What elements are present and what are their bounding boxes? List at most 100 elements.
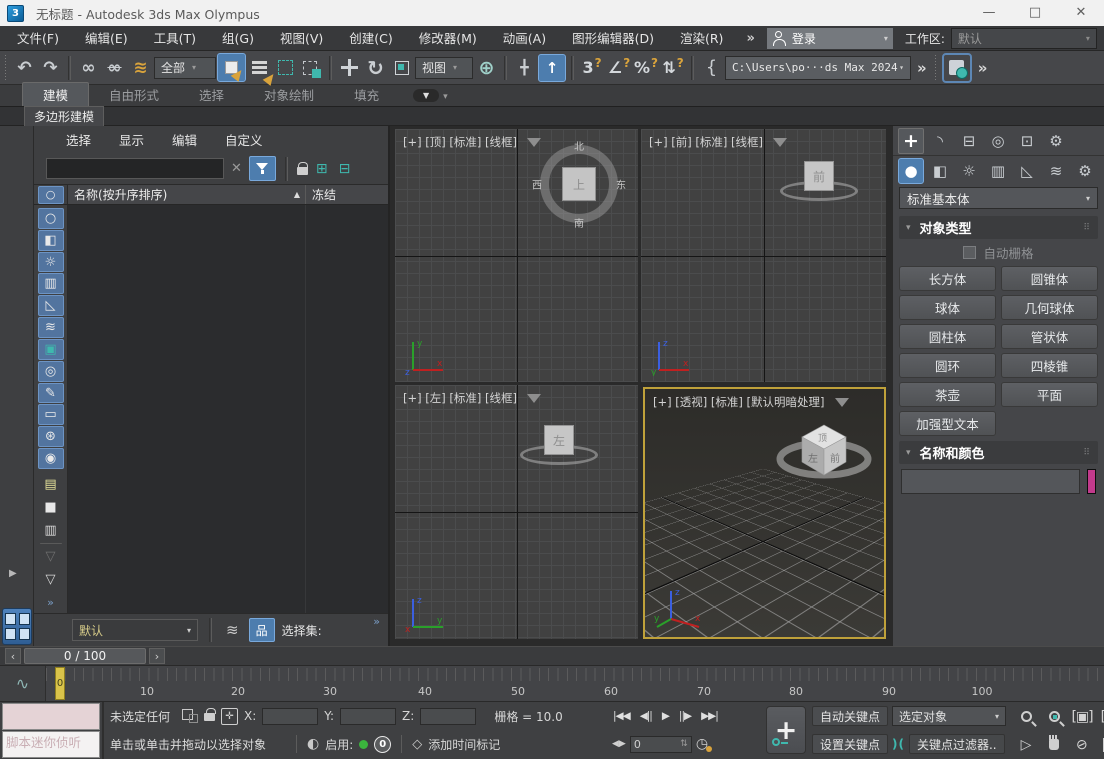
- transform-gizmo-icon[interactable]: ✛: [221, 708, 238, 725]
- select-and-scale-button[interactable]: [389, 54, 414, 82]
- frozen-column-header[interactable]: 冻结: [306, 186, 388, 203]
- menu-item[interactable]: 创建(C): [336, 26, 405, 51]
- viewcube-face[interactable]: 前: [804, 161, 834, 191]
- menu-item[interactable]: 编辑(E): [72, 26, 141, 51]
- display-groups-icon[interactable]: ▣: [38, 339, 64, 360]
- primitive-category-dropdown[interactable]: 标准基本体 ▾: [899, 187, 1098, 209]
- set-keys-button[interactable]: 设置关键点: [812, 734, 888, 754]
- viewport-layout-tabs-button[interactable]: [2, 608, 32, 645]
- object-type-button[interactable]: 加强型文本: [899, 411, 996, 436]
- playback-prev-frame-button[interactable]: ◀||: [635, 710, 657, 722]
- funnel-icon[interactable]: [527, 138, 541, 147]
- toolbar-overflow-button[interactable]: »: [973, 59, 993, 77]
- name-column-header[interactable]: 名称(按升序排序) ▲: [68, 185, 306, 204]
- hierarchy-view-button[interactable]: 品: [249, 618, 275, 642]
- expand-all-icon[interactable]: ⊞: [313, 161, 331, 177]
- key-filters-button[interactable]: 关键点过滤器..: [909, 734, 1005, 754]
- motion-tab[interactable]: ◎: [985, 128, 1011, 154]
- select-and-rotate-button[interactable]: ↻: [363, 54, 388, 82]
- viewport-top-label[interactable]: [+] [顶] [标准] [线框]: [403, 134, 541, 150]
- viewport-front[interactable]: [+] [前] [标准] [线框] 前 z x y: [641, 129, 886, 382]
- current-frame-field[interactable]: 0 ⇅: [630, 736, 692, 753]
- compass-west[interactable]: 西: [532, 177, 542, 192]
- name-color-rollout-header[interactable]: ▾ 名称和颜色 ⠿: [899, 441, 1098, 464]
- playback-go-start-button[interactable]: |◀◀: [608, 710, 635, 722]
- viewcube-face[interactable]: 左: [544, 425, 574, 455]
- x-coordinate-field[interactable]: [262, 708, 318, 725]
- lights-category[interactable]: ☼: [956, 158, 982, 184]
- set-key-button[interactable]: +: [766, 706, 806, 754]
- select-and-link-button[interactable]: ∞: [76, 54, 101, 82]
- menu-item[interactable]: 组(G): [209, 26, 267, 51]
- ribbon-tab[interactable]: 自由形式: [89, 83, 179, 106]
- object-type-button[interactable]: 圆环: [899, 353, 996, 378]
- minimize-button[interactable]: —: [966, 0, 1012, 26]
- key-selection-dropdown[interactable]: 选定对象 ▾: [892, 706, 1006, 726]
- bind-to-space-warp-button[interactable]: ≋: [128, 54, 153, 82]
- selection-lock-icon[interactable]: [204, 713, 215, 721]
- object-name-input[interactable]: [901, 469, 1080, 494]
- viewcube[interactable]: 前: [780, 157, 858, 219]
- spinner-snap-toggle[interactable]: ⇅?: [660, 58, 686, 77]
- menu-item[interactable]: 图形编辑器(D): [559, 26, 667, 51]
- display-lights-icon[interactable]: ☼: [38, 252, 64, 273]
- hierarchy-tab[interactable]: ⊟: [956, 128, 982, 154]
- object-type-rollout-header[interactable]: ▾ 对象类型 ⠿: [899, 216, 1098, 239]
- close-button[interactable]: ✕: [1058, 0, 1104, 26]
- viewport-perspective[interactable]: [+] [透视] [标准] [默认明暗处理] 顶 左 前 z x y: [643, 387, 886, 639]
- viewport-left-label[interactable]: [+] [左] [标准] [线框]: [403, 390, 541, 406]
- undo-button[interactable]: ↶: [12, 54, 37, 82]
- ribbon-minimize-button[interactable]: ▼: [413, 89, 439, 102]
- window-crossing-toggle[interactable]: [299, 54, 324, 82]
- filter-funnel-icon[interactable]: ▽: [38, 569, 64, 590]
- display-bones-icon[interactable]: ◎: [38, 361, 64, 382]
- select-and-move-button[interactable]: [337, 54, 362, 82]
- autosave-button[interactable]: [942, 53, 972, 83]
- object-type-button[interactable]: 圆柱体: [899, 324, 996, 349]
- zero-badge[interactable]: 0: [374, 736, 391, 753]
- explorer-menu[interactable]: 选择: [52, 130, 105, 149]
- field-of-view-button[interactable]: ▷: [1012, 731, 1040, 759]
- explorer-menu[interactable]: 自定义: [211, 130, 277, 149]
- ribbon-tab[interactable]: 对象绘制: [244, 83, 334, 106]
- menu-overflow-button[interactable]: »: [736, 31, 764, 46]
- collapse-all-icon[interactable]: ⊟: [336, 161, 354, 177]
- object-type-button[interactable]: 平面: [1001, 382, 1098, 407]
- filter-config-icon[interactable]: ▽: [38, 546, 64, 567]
- autogrid-checkbox[interactable]: [963, 246, 976, 259]
- detail-view-icon[interactable]: ▥: [38, 520, 64, 541]
- display-shapes-icon[interactable]: ◧: [38, 230, 64, 251]
- zoom-extents-all-button[interactable]: [◈]: [1096, 703, 1104, 731]
- icon-divider[interactable]: [40, 543, 62, 544]
- toolbar-overflow-button[interactable]: »: [912, 59, 932, 77]
- select-by-name-button[interactable]: [247, 54, 272, 82]
- rectangular-selection-region-button[interactable]: [273, 54, 298, 82]
- selection-filter-dropdown[interactable]: 全部 ▾: [154, 57, 216, 79]
- next-frame-button[interactable]: ›: [149, 648, 165, 664]
- object-type-button[interactable]: 长方体: [899, 266, 996, 291]
- lock-icon[interactable]: [297, 167, 308, 175]
- named-selection-sets-button[interactable]: {: [699, 54, 724, 82]
- helpers-category[interactable]: ◺: [1014, 158, 1040, 184]
- explorer-menu[interactable]: 显示: [105, 130, 158, 149]
- y-coordinate-field[interactable]: [340, 708, 396, 725]
- timeline-ruler[interactable]: 102030405060708090100 0: [46, 666, 1104, 701]
- create-tab[interactable]: +: [898, 128, 924, 154]
- layers-icon[interactable]: ≋: [223, 621, 242, 639]
- ribbon-tab[interactable]: 选择: [179, 83, 244, 106]
- adaptive-degradation-icon[interactable]: ◐: [307, 736, 319, 752]
- ribbon-tab[interactable]: 填充: [334, 83, 399, 106]
- explorer-object-list[interactable]: [68, 205, 388, 613]
- geometry-column-icon[interactable]: ○: [38, 186, 64, 204]
- zoom-all-button[interactable]: [1040, 703, 1068, 731]
- menu-item[interactable]: 渲染(R): [667, 26, 736, 51]
- viewport-top[interactable]: [+] [顶] [标准] [线框] 上 北 南 西 东 y x z: [395, 129, 638, 382]
- object-type-button[interactable]: 茶壶: [899, 382, 996, 407]
- spinner-icon[interactable]: ⇅: [680, 739, 688, 749]
- object-type-button[interactable]: 管状体: [1001, 324, 1098, 349]
- viewcube[interactable]: 左: [520, 421, 598, 483]
- percent-snap-toggle[interactable]: %?: [633, 58, 659, 77]
- redo-button[interactable]: ↷: [38, 54, 63, 82]
- funnel-icon[interactable]: [835, 398, 849, 407]
- toolbar-drag-handle[interactable]: [933, 55, 938, 81]
